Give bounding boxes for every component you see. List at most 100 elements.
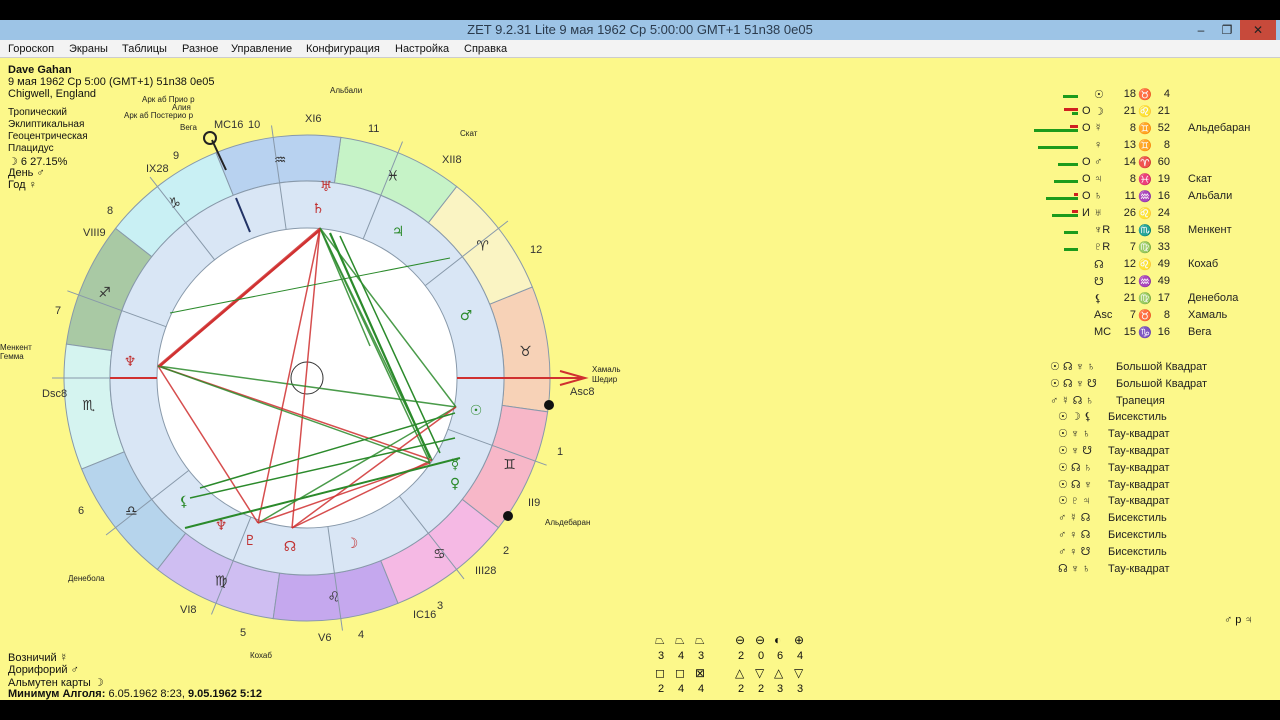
top-black-border: [0, 0, 1280, 20]
minutes: 16: [1157, 190, 1170, 202]
planet-row[interactable]: О ☽ 21 ♌ 21: [1030, 105, 1270, 121]
negative-bar: [1074, 193, 1078, 196]
planet-row[interactable]: ☊ 12 ♌ 49 Кохаб: [1030, 258, 1270, 274]
configuration-row[interactable]: ☉ ☊ ♆ ♄ Большой Квадрат: [1050, 360, 1207, 376]
configuration-row[interactable]: ☉ ♇ ♃ Тау-квадрат: [1058, 494, 1169, 510]
degree: 12: [1123, 275, 1136, 287]
configuration-row[interactable]: ☉ ♆ ☋ Тау-квадрат: [1058, 444, 1169, 460]
planet-row[interactable]: О ♂ 14 ♈ 60: [1030, 156, 1270, 172]
minutes: 60: [1157, 156, 1170, 168]
window-title: ZET 9.2.31 Lite 9 мая 1962 Ср 5:00:00 GM…: [467, 22, 813, 37]
configuration-row[interactable]: ♂ ♀ ☋ Бисекстиль: [1058, 545, 1167, 561]
configuration-row[interactable]: ♂ ♀ ☊ Бисекстиль: [1058, 528, 1167, 544]
configuration-name: Бисекстиль: [1108, 529, 1167, 541]
menu-tables[interactable]: Таблицы: [122, 43, 167, 55]
house-label: III28: [475, 565, 496, 577]
configuration-row[interactable]: ☉ ☊ ♆ Тау-квадрат: [1058, 478, 1169, 494]
aspect-type-icon[interactable]: ◐: [774, 633, 781, 647]
sign-glyph: ♏: [82, 398, 95, 414]
aspect-type-icon[interactable]: ⊖: [735, 633, 745, 647]
aspect-count: 3: [797, 683, 804, 695]
aspect-count: 6: [777, 650, 784, 662]
aspect-type-icon[interactable]: △: [735, 666, 744, 680]
planet-glyph: Asc: [1094, 309, 1113, 321]
close-button[interactable]: ✕: [1240, 20, 1276, 40]
minimize-button[interactable]: –: [1188, 20, 1214, 40]
house-number: 7: [55, 305, 61, 317]
planet-row[interactable]: О ☿ 8 ♊ 52 Альдебаран: [1030, 122, 1270, 138]
aspect-type-icon[interactable]: △: [774, 666, 783, 680]
minutes: 16: [1157, 326, 1170, 338]
degree: 14: [1123, 156, 1136, 168]
positive-bar: [1064, 231, 1078, 234]
positive-bar: [1072, 112, 1078, 115]
planet-row[interactable]: ♇R 7 ♍ 33: [1030, 241, 1270, 257]
configuration-row[interactable]: ☉ ☊ ♆ ☋ Большой Квадрат: [1050, 377, 1207, 393]
aspect-type-icon[interactable]: ⏢: [675, 633, 685, 648]
menu-help[interactable]: Справка: [464, 43, 507, 55]
aspect-type-icon[interactable]: ▽: [794, 666, 803, 680]
aspect-type-icon[interactable]: ◻: [655, 666, 665, 680]
aspect-count: 3: [698, 650, 705, 662]
configuration-row[interactable]: ☉ ☽ ⚸ Бисекстиль: [1058, 410, 1167, 426]
fixed-star-label: Гемма: [0, 352, 24, 361]
aspect-type-icon[interactable]: ◻: [675, 666, 685, 680]
menu-configuration[interactable]: Конфигурация: [306, 43, 380, 55]
planet-row[interactable]: ☋ 12 ♒ 49: [1030, 275, 1270, 291]
planet-glyph: ♂: [1094, 156, 1103, 168]
planet-row[interactable]: MC 15 ♑ 16 Вега: [1030, 326, 1270, 342]
configuration-planets: ☉ ♇ ♃: [1058, 495, 1091, 508]
minutes: 4: [1163, 88, 1170, 100]
menu-misc[interactable]: Разное: [182, 43, 218, 55]
configuration-planets: ♂ ☿ ☊: [1058, 512, 1091, 525]
planet-glyph: ♄: [1094, 190, 1103, 202]
sign-glyph: ♈: [1138, 157, 1152, 169]
sign-glyph: ♏: [1138, 225, 1152, 237]
minutes: 21: [1157, 105, 1170, 117]
planet-row[interactable]: ♆R 11 ♏ 58 Менкент: [1030, 224, 1270, 240]
sign-glyph: ♑: [1138, 327, 1152, 339]
sign-glyph: ♌: [1138, 259, 1152, 271]
configuration-planets: ☉ ☊ ♆: [1058, 478, 1092, 491]
mc-marker: [203, 131, 217, 145]
configuration-row[interactable]: ☊ ♆ ♄ Тау-квадрат: [1058, 562, 1169, 578]
configuration-name: Тау-квадрат: [1108, 461, 1170, 474]
sign-glyph: ♊: [1138, 123, 1152, 135]
configuration-planets: ☉ ☊ ♄: [1058, 461, 1092, 474]
aspect-type-icon[interactable]: ▽: [755, 666, 764, 680]
menu-settings[interactable]: Настройка: [395, 43, 449, 55]
sign-glyph: ♓: [387, 168, 400, 184]
planet-row[interactable]: О ♃ 8 ♓ 19 Скат: [1030, 173, 1270, 189]
menu-control[interactable]: Управление: [231, 43, 292, 55]
conjunct-star: Скат: [1188, 173, 1212, 185]
planet-row[interactable]: ♀ 13 ♊ 8: [1030, 139, 1270, 155]
aspect-type-icon[interactable]: ⊕: [794, 633, 804, 647]
maximize-button[interactable]: ❐: [1214, 20, 1240, 40]
house-label: VI8: [180, 604, 197, 616]
aspect-type-icon[interactable]: ⊠: [695, 666, 705, 680]
configuration-row[interactable]: ♂ ☿ ☊ ♄ Трапеция: [1050, 394, 1165, 410]
planet-row[interactable]: ☉ 18 ♉ 4: [1030, 88, 1270, 104]
configuration-row[interactable]: ♂ ☿ ☊ Бисекстиль: [1058, 511, 1167, 527]
configuration-row[interactable]: ☉ ☊ ♄ Тау-квадрат: [1058, 461, 1169, 477]
degree: 8: [1129, 173, 1136, 185]
minutes: 8: [1163, 139, 1170, 151]
menu-horoscope[interactable]: Гороскоп: [8, 43, 54, 55]
configuration-planets: ♂ ♀ ☊: [1058, 529, 1091, 541]
menu-screens[interactable]: Экраны: [69, 43, 108, 55]
natal-chart-wheel[interactable]: ♉ ♈ ♓ ♒ ♑ ♐ ♏ ♎ ♍ ♌ ♋ ♊ ♄ ♅ ♃ ♂ ☉ ☿ ♀ ☽ ☊ ♇ ♆ ⚸ ♆ MC16 XI6 XII8 As…: [0, 58, 640, 658]
planet-glyph: ♀: [1094, 139, 1103, 151]
planet-row[interactable]: О ♄ 11 ♒ 16 Альбали: [1030, 190, 1270, 206]
house-label: XI6: [305, 113, 322, 125]
planet-row[interactable]: ⚸ 21 ♍ 17 Денебола: [1030, 292, 1270, 308]
planet-row[interactable]: Asc 7 ♉ 8 Хамаль: [1030, 309, 1270, 325]
aspect-type-icon[interactable]: ⏢: [695, 633, 705, 648]
configuration-row[interactable]: ☉ ♆ ♄ Тау-квадрат: [1058, 427, 1169, 443]
conjunct-star: Хамаль: [1188, 309, 1228, 321]
doryphory: Дорифорий ♂: [8, 664, 79, 676]
aspect-type-icon[interactable]: ⊖: [755, 633, 765, 647]
status-mark: О: [1082, 122, 1091, 134]
planet-glyph: ♃: [1094, 173, 1103, 185]
aspect-type-icon[interactable]: ⏢: [655, 633, 665, 648]
planet-row[interactable]: И ♅ 26 ♌ 24: [1030, 207, 1270, 223]
